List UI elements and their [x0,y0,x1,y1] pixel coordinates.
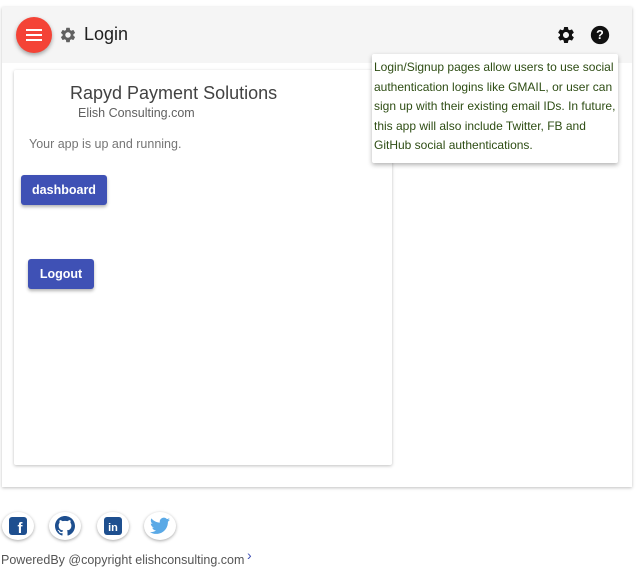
dashboard-button[interactable]: dashboard [21,175,107,205]
help-tooltip: Login/Signup pages allow users to use so… [372,54,618,163]
help-circle-icon[interactable]: ? [590,25,610,45]
svg-text:in: in [108,522,118,534]
chevron-right-icon[interactable]: › [247,547,252,563]
linkedin-icon: in [104,517,122,535]
twitter-icon [150,517,170,534]
hamburger-menu-icon [26,29,42,41]
github-icon [55,516,75,536]
svg-text:?: ? [596,28,604,42]
gear-icon [60,27,76,43]
github-link[interactable] [49,512,81,540]
settings-gear-icon[interactable] [556,25,576,45]
powered-by-text: PoweredBy @copyright elishconsulting.com [1,553,245,567]
twitter-link[interactable] [144,512,176,540]
facebook-icon: f [9,517,27,535]
status-text: Your app is up and running. [29,137,182,151]
page-title: Login [84,24,129,44]
card-title: Rapyd Payment Solutions [70,83,278,103]
card-subtitle: Elish Consulting.com [78,106,195,120]
facebook-link[interactable]: f [2,512,34,540]
menu-button[interactable] [16,17,52,53]
linkedin-link[interactable]: in [97,512,129,540]
logout-button[interactable]: Logout [28,259,94,289]
